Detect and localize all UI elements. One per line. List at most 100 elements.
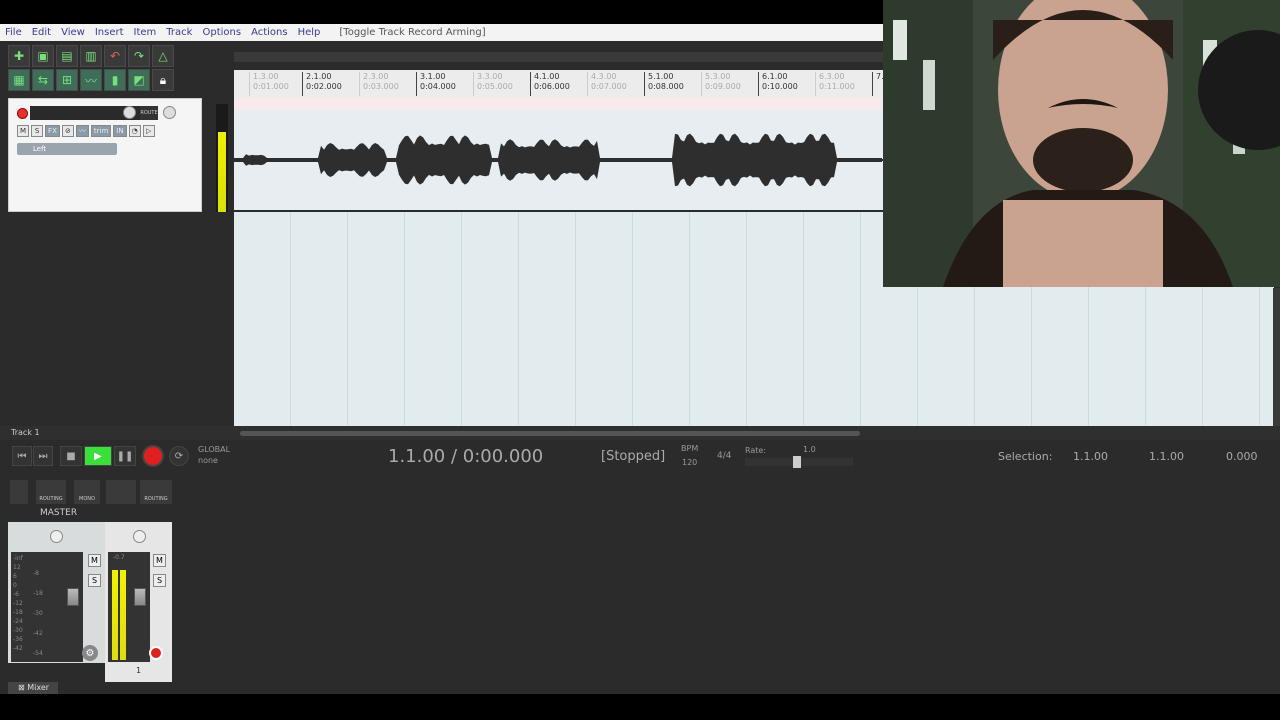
free-mode-icon[interactable]: ▷ [142,125,155,137]
input-monitor-button[interactable]: IN [113,125,127,137]
master-settings-gear-icon[interactable]: ⚙ [82,645,98,661]
time-display[interactable]: 1.1.00 / 0:00.000 [388,446,543,467]
master-mono-button[interactable]: MONO [74,480,100,504]
master-fx-button[interactable] [10,480,28,504]
play-icon[interactable]: ▶ [84,446,112,466]
stop-icon[interactable]: ■ [60,446,82,466]
menu-insert[interactable]: Insert [90,27,129,38]
menu-options[interactable]: Options [197,27,246,38]
master-scale: -inf 12 6 0 -6 -12 -18 -24 -30 -36 -42 [13,555,23,652]
envelope-button-icon[interactable]: 〰 [75,125,89,137]
menu-edit[interactable]: Edit [27,27,56,38]
selection-end[interactable]: 1.1.00 [1149,450,1184,463]
audio-waveform[interactable] [234,110,883,210]
ruler-major-mark: 7. [872,72,884,96]
redo-icon[interactable]: ↷ [128,45,150,67]
ruler-minor-mark: 5.3.00 0:09.000 [701,72,741,96]
selection-label: Selection: [998,450,1053,463]
bpm-label: BPM [681,444,699,453]
main-toolbar: ✚ ▣ ▤ ▥ ↶ ↷ △ ▦ ⇆ ⊞ 〰 ▮ ◩ 🔒︎ [8,45,176,93]
envelope-icon[interactable]: 〰 [80,69,102,91]
save-project-icon[interactable]: ▤ [56,45,78,67]
pause-icon[interactable]: ❚❚ [114,446,136,466]
menu-item[interactable]: Item [129,27,162,38]
repeat-icon[interactable]: ⟳ [169,446,189,466]
menu-help[interactable]: Help [293,27,326,38]
ruler-major-mark: 2.1.00 0:02.000 [302,72,342,96]
track-meter: -0.7 [108,552,150,662]
track-solo-button[interactable]: S [153,574,166,587]
mute-button[interactable]: M [17,125,30,137]
timeline-ruler[interactable]: 1.3.00 0:01.000 2.1.00 0:02.000 2.3.00 0:03… [234,70,884,98]
record-icon[interactable] [142,445,164,467]
track-record-arm-icon[interactable] [149,646,163,660]
vu-fill [218,132,226,212]
rate-slider-handle[interactable] [793,456,801,468]
phase-icon[interactable]: ⊘ [61,125,74,137]
project-settings-icon[interactable]: ▥ [80,45,102,67]
ruler-major-mark: 4.1.00 0:06.000 [530,72,570,96]
rate-value: 1.0 [803,445,816,454]
selection-start[interactable]: 1.1.00 [1073,450,1108,463]
snap-icon[interactable]: ⊞ [56,69,78,91]
ruler-minor-mark: 6.3.00 0:11.000 [815,72,855,96]
selection-length[interactable]: 0.000 [1226,450,1258,463]
ripple-edit-icon[interactable]: ⇆ [32,69,54,91]
menu-track[interactable]: Track [161,27,197,38]
solo-button[interactable]: S [31,125,44,137]
transport-bar: ⏮︎ ⏭︎ ■ ▶ ❚❚ ⟳ GLOBAL none 1.1.00 / 0:00… [0,440,1280,476]
track-mute-button[interactable]: M [153,554,166,567]
record-arm-button[interactable] [17,108,28,119]
rate-label: Rate: [745,446,767,455]
master-pan-knob[interactable] [50,530,63,543]
action-hint: [Toggle Track Record Arming] [339,27,486,38]
menu-file[interactable]: File [0,27,27,38]
open-project-icon[interactable]: ▣ [32,45,54,67]
master-solo-button[interactable]: S [88,574,101,587]
mixer-tab[interactable]: ⊠ Mixer [8,682,58,694]
horizontal-scrollbar[interactable] [240,431,860,436]
master-routing-button[interactable]: ROUTING [36,480,66,504]
undo-icon[interactable]: ↶ [104,45,126,67]
master-mute-button[interactable]: M [88,554,101,567]
crossfade-icon[interactable]: ◩ [128,69,150,91]
ruler-minor-mark: 4.3.00 0:07.000 [587,72,627,96]
rate-slider[interactable] [745,456,853,468]
grid-icon[interactable]: ▦ [8,69,30,91]
bottom-black-band [0,694,1280,720]
mixer-tab-label: Mixer [27,683,50,692]
track-volume-fader[interactable] [134,588,146,606]
master-volume-fader[interactable] [67,588,79,606]
menu-actions[interactable]: Actions [246,27,293,38]
track-vu-meter [216,104,228,212]
track-routing-button[interactable]: ROUTING [140,480,172,504]
track-number: 1 [135,666,142,675]
fx-button[interactable]: FX [45,125,60,137]
ruler-major-mark: 3.1.00 0:04.000 [416,72,456,96]
input-select[interactable]: Left [17,143,117,155]
metronome-icon[interactable]: △ [152,45,174,67]
lock-icon[interactable]: 🔒︎ [152,69,174,91]
monitor-mode-icon[interactable]: ◔ [128,125,141,137]
bpm-value[interactable]: 120 [682,458,697,467]
go-to-end-icon[interactable]: ⏭︎ [33,446,53,466]
track-lane[interactable] [234,110,883,210]
new-project-icon[interactable]: ✚ [8,45,30,67]
track-fx-button[interactable] [106,480,136,504]
close-icon[interactable]: ⊠ [18,683,25,692]
volume-knob[interactable] [123,106,136,119]
master-mid-scale: -8 -18 -30 -42 -54 [33,570,43,657]
play-status: [Stopped] [601,449,666,464]
route-button[interactable]: ROUTE [140,106,158,120]
menu-view[interactable]: View [56,27,90,38]
time-signature[interactable]: 4/4 [717,451,731,461]
item-grouping-icon[interactable]: ▮ [104,69,126,91]
pan-knob[interactable] [163,106,176,119]
global-value[interactable]: none [198,456,218,465]
time-selection-strip[interactable] [234,98,883,110]
vertical-scrollbar[interactable] [1273,288,1280,426]
go-to-start-icon[interactable]: ⏮︎ [12,446,32,466]
track-pan-knob[interactable] [133,530,146,543]
trim-mode-button[interactable]: trim [90,125,112,137]
timeline-scroll-top[interactable] [234,52,883,62]
